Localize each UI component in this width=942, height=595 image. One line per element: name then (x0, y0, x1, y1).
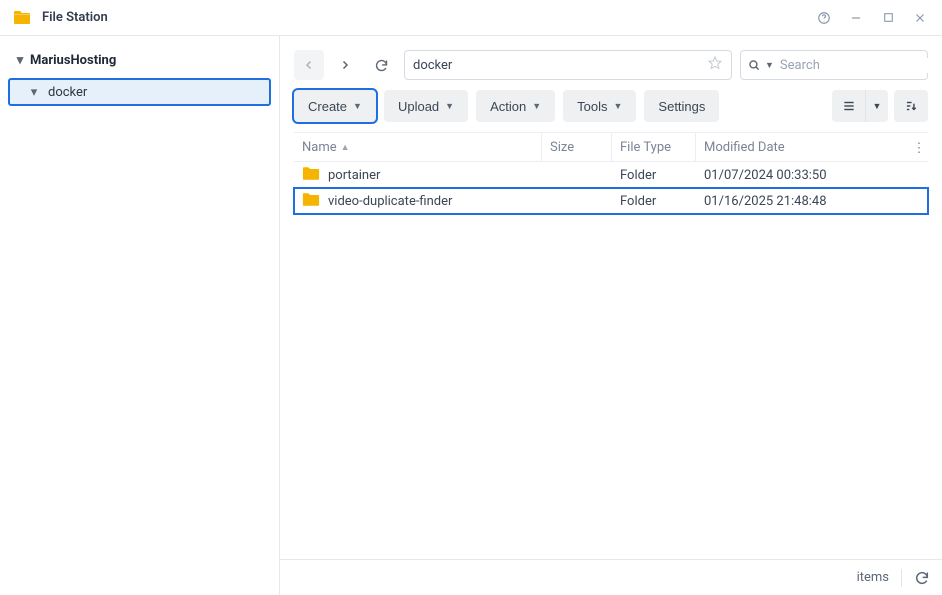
status-bar: items (280, 559, 942, 595)
caret-down-icon: ▼ (353, 101, 362, 111)
settings-button[interactable]: Settings (644, 90, 719, 122)
caret-down-icon: ▾ (28, 85, 40, 100)
forward-button[interactable] (330, 50, 360, 80)
caret-down-icon: ▼ (614, 101, 623, 111)
star-icon[interactable] (707, 55, 723, 75)
tree-root[interactable]: ▾ MariusHosting (8, 46, 271, 74)
table-row[interactable]: video-duplicate-finder Folder01/16/2025 2… (294, 188, 928, 214)
col-date-label: Modified Date (704, 140, 785, 155)
file-type: Folder (612, 162, 696, 188)
create-button[interactable]: Create ▼ (294, 90, 376, 122)
help-button[interactable] (814, 8, 834, 28)
search-options-caret-icon[interactable]: ▼ (765, 60, 774, 71)
settings-button-label: Settings (658, 99, 705, 114)
tree-item-label: docker (48, 85, 87, 100)
app-folder-icon (12, 8, 32, 28)
search-box[interactable]: ▼ (740, 50, 928, 80)
create-button-label: Create (308, 99, 347, 114)
table-header: Name ▲ Size File Type Modified Date ⋮ (294, 132, 928, 162)
app-title: File Station (42, 10, 802, 25)
tools-button[interactable]: Tools ▼ (563, 90, 636, 122)
folder-icon (302, 192, 320, 211)
sort-asc-icon: ▲ (341, 142, 350, 153)
file-date: 01/07/2024 00:33:50 (696, 162, 928, 188)
action-button-label: Action (490, 99, 526, 114)
sort-button[interactable] (894, 90, 928, 122)
path-input[interactable] (413, 58, 707, 73)
back-button[interactable] (294, 50, 324, 80)
col-type-label: File Type (620, 140, 671, 155)
minimize-button[interactable] (846, 8, 866, 28)
sidebar: ▾ MariusHosting ▾ docker (0, 36, 280, 595)
col-size-label: Size (550, 140, 574, 155)
folder-icon (302, 166, 320, 185)
file-name: portainer (328, 168, 380, 183)
file-date: 01/16/2025 21:48:48 (696, 188, 928, 214)
column-options-button[interactable]: ⋮ (910, 133, 928, 163)
items-count-label: items (857, 570, 889, 585)
divider (901, 569, 902, 587)
nav-row: ▼ (280, 36, 942, 90)
caret-down-icon: ▼ (532, 101, 541, 111)
file-table: Name ▲ Size File Type Modified Date ⋮ po… (280, 132, 942, 559)
file-size (542, 162, 612, 188)
search-icon (747, 58, 761, 72)
maximize-button[interactable] (878, 8, 898, 28)
caret-down-icon: ▼ (445, 101, 454, 111)
action-toolbar: Create ▼ Upload ▼ Action ▼ Tools ▼ Setti… (280, 90, 942, 132)
upload-button-label: Upload (398, 99, 439, 114)
col-name-label: Name (302, 140, 337, 155)
view-more-caret-button[interactable]: ▼ (866, 90, 888, 122)
tree-item-docker[interactable]: ▾ docker (8, 78, 271, 106)
path-input-box[interactable] (404, 50, 732, 80)
status-refresh-button[interactable] (914, 570, 930, 586)
col-date[interactable]: Modified Date (696, 133, 928, 161)
col-type[interactable]: File Type (612, 133, 696, 161)
main-panel: ▼ Create ▼ Upload ▼ Action ▼ Tools ▼ (280, 36, 942, 595)
action-button[interactable]: Action ▼ (476, 90, 555, 122)
search-input[interactable] (780, 58, 942, 73)
col-name[interactable]: Name ▲ (294, 133, 542, 161)
view-list-button[interactable] (832, 90, 866, 122)
tools-button-label: Tools (577, 99, 607, 114)
upload-button[interactable]: Upload ▼ (384, 90, 468, 122)
table-row[interactable]: portainer Folder01/07/2024 00:33:50 (294, 162, 928, 188)
file-type: Folder (612, 188, 696, 214)
file-size (542, 188, 612, 214)
close-button[interactable] (910, 8, 930, 28)
refresh-button[interactable] (366, 50, 396, 80)
col-size[interactable]: Size (542, 133, 612, 161)
caret-down-icon: ▾ (14, 53, 26, 68)
tree-root-label: MariusHosting (30, 53, 116, 68)
title-bar: File Station (0, 0, 942, 36)
file-name: video-duplicate-finder (328, 194, 452, 209)
